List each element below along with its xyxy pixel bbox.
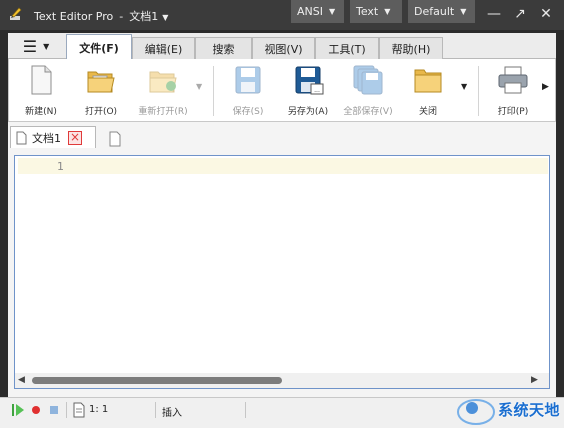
save-as-label: 另存为(A) bbox=[287, 107, 329, 117]
tab-edit[interactable]: 编辑(E) bbox=[132, 37, 195, 59]
encoding-dropdown[interactable]: ANSI ▼ bbox=[291, 0, 344, 23]
maximize-button[interactable]: ↗ bbox=[510, 4, 530, 24]
status-divider bbox=[66, 402, 67, 418]
ribbon-divider bbox=[478, 66, 479, 116]
play-macro-icon[interactable] bbox=[11, 403, 25, 417]
syntax-dropdown[interactable]: Text ▼ bbox=[350, 0, 402, 23]
ribbon-divider bbox=[213, 66, 214, 116]
chevron-down-icon: ▼ bbox=[460, 7, 467, 16]
open-file-label: 打开(O) bbox=[84, 107, 118, 117]
open-folder-icon bbox=[87, 71, 115, 93]
document-tab[interactable]: 文档1 × bbox=[10, 126, 96, 148]
new-file-button[interactable]: 新建(N) bbox=[15, 64, 67, 120]
window-title: Text Editor Pro - 文档1 ▼ bbox=[34, 8, 168, 24]
reopen-label: 重新打开(R) bbox=[138, 107, 188, 117]
app-logo-icon bbox=[8, 6, 24, 22]
new-file-label: 新建(N) bbox=[25, 107, 57, 117]
reopen-button[interactable]: 重新打开(R) bbox=[137, 64, 189, 120]
document-icon bbox=[16, 131, 27, 144]
save-button[interactable]: 保存(S) bbox=[222, 64, 274, 120]
tab-help[interactable]: 帮助(H) bbox=[379, 37, 443, 59]
document-tab-label: 文档1 bbox=[32, 131, 61, 145]
new-file-icon bbox=[31, 65, 52, 95]
line-number: 1 bbox=[57, 160, 64, 173]
syntax-label: Text bbox=[356, 5, 379, 18]
insert-mode[interactable]: 插入 bbox=[162, 404, 182, 419]
tab-search[interactable]: 搜索 bbox=[195, 37, 252, 59]
status-divider bbox=[155, 402, 156, 418]
reopen-folder-icon bbox=[149, 71, 177, 93]
theme-dropdown[interactable]: Default ▼ bbox=[408, 0, 475, 23]
print-label: 打印(P) bbox=[497, 107, 529, 117]
cursor-position-icon bbox=[73, 402, 85, 418]
close-icon: ✕ bbox=[540, 6, 552, 22]
hamburger-icon: ☰ bbox=[22, 36, 38, 56]
close-window-button[interactable]: ✕ bbox=[536, 4, 556, 24]
reopen-dropdown-arrow[interactable]: ▼ bbox=[196, 82, 202, 91]
save-as-button[interactable]: ... 另存为(A) bbox=[282, 64, 334, 120]
scrollbar-thumb[interactable] bbox=[32, 377, 282, 384]
chevron-down-icon: ▼ bbox=[43, 41, 50, 51]
minimize-button[interactable]: — bbox=[484, 4, 504, 24]
chevron-down-icon[interactable]: ▼ bbox=[162, 13, 168, 22]
save-icon bbox=[235, 66, 261, 94]
current-line-highlight bbox=[18, 158, 548, 174]
cursor-position: 1: 1 bbox=[89, 404, 109, 415]
ribbon-scroll-right[interactable]: ▶ bbox=[542, 82, 549, 92]
close-file-button[interactable]: 关闭 bbox=[402, 64, 454, 120]
title-separator: - bbox=[119, 10, 124, 23]
svg-text:...: ... bbox=[314, 87, 320, 94]
tab-file[interactable]: 文件(F) bbox=[66, 34, 132, 60]
stop-macro-icon[interactable] bbox=[49, 405, 59, 415]
status-divider bbox=[245, 402, 246, 418]
document-name-dropdown[interactable]: 文档1 bbox=[129, 10, 158, 23]
save-all-icon bbox=[353, 65, 383, 95]
watermark-text: 系统天地 bbox=[498, 401, 561, 419]
print-button[interactable]: 打印(P) bbox=[487, 64, 539, 120]
close-dropdown-arrow[interactable]: ▼ bbox=[461, 82, 467, 91]
printer-icon bbox=[498, 66, 528, 94]
text-editor[interactable] bbox=[14, 155, 550, 389]
tab-view[interactable]: 视图(V) bbox=[252, 37, 315, 59]
chevron-down-icon: ▼ bbox=[384, 7, 391, 16]
close-file-label: 关闭 bbox=[418, 107, 437, 117]
open-file-button[interactable]: 打开(O) bbox=[75, 64, 127, 120]
close-folder-icon bbox=[414, 69, 442, 93]
maximize-icon: ↗ bbox=[514, 6, 526, 22]
encoding-label: ANSI bbox=[297, 5, 323, 18]
save-label: 保存(S) bbox=[232, 107, 264, 117]
save-all-button[interactable]: 全部保存(V) bbox=[342, 64, 394, 120]
tab-tools[interactable]: 工具(T) bbox=[315, 37, 379, 59]
scroll-left-arrow[interactable]: ◀ bbox=[18, 375, 25, 385]
chevron-down-icon: ▼ bbox=[328, 7, 336, 16]
close-tab-icon[interactable]: × bbox=[68, 130, 82, 145]
app-name: Text Editor Pro bbox=[34, 10, 114, 23]
save-as-icon: ... bbox=[295, 66, 324, 95]
main-menu-button[interactable]: ☰ ▼ bbox=[14, 35, 58, 57]
record-macro-icon[interactable] bbox=[30, 404, 42, 416]
new-tab-icon[interactable] bbox=[108, 131, 122, 147]
minimize-icon: — bbox=[487, 6, 501, 22]
save-all-label: 全部保存(V) bbox=[343, 107, 393, 117]
theme-label: Default bbox=[414, 5, 455, 18]
scroll-right-arrow[interactable]: ▶ bbox=[531, 375, 538, 385]
